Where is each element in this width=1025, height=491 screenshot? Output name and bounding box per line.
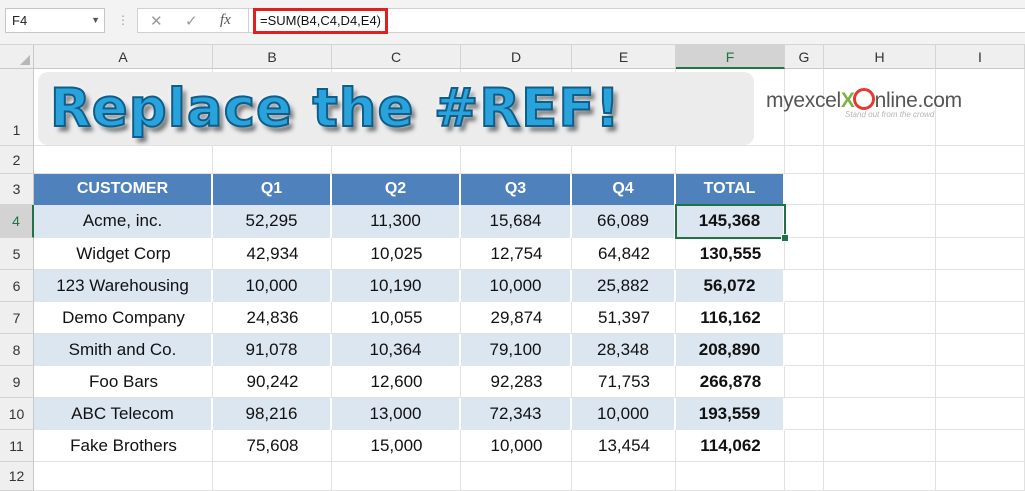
total-cell[interactable]: 208,890 [676, 334, 785, 366]
row-header-11[interactable]: 11 [0, 430, 34, 462]
column-header-e[interactable]: E [572, 45, 676, 69]
row-header-2[interactable]: 2 [0, 146, 34, 174]
total-cell[interactable]: 116,162 [676, 302, 785, 334]
column-header-h[interactable]: H [824, 45, 936, 69]
customer-cell[interactable]: Demo Company [34, 302, 213, 334]
gridline [34, 145, 1025, 146]
quarter-cell[interactable]: 25,882 [572, 270, 676, 302]
quarter-cell[interactable]: 15,000 [332, 430, 461, 462]
quarter-cell[interactable]: 10,000 [213, 270, 332, 302]
row-header-5[interactable]: 5 [0, 238, 34, 270]
select-all-corner[interactable] [0, 45, 34, 69]
customer-cell[interactable]: Widget Corp [34, 238, 213, 270]
column-header-g[interactable]: G [785, 45, 824, 69]
column-header-f[interactable]: F [676, 45, 785, 69]
row-header-9[interactable]: 9 [0, 366, 34, 398]
gridline [823, 69, 824, 491]
logo-text-2: nline.com [874, 89, 962, 112]
quarter-cell[interactable]: 10,190 [332, 270, 461, 302]
column-header-a[interactable]: A [34, 45, 213, 69]
name-box-value: F4 [12, 13, 28, 28]
quarter-cell[interactable]: 64,842 [572, 238, 676, 270]
table-header-cell[interactable]: Q4 [572, 174, 676, 205]
formula-bar: F4 ▼ ⋮ ✕ ✓ fx =SUM(B4,C4,D4,E4) [0, 0, 1025, 45]
customer-cell[interactable]: Foo Bars [34, 366, 213, 398]
total-cell[interactable]: 130,555 [676, 238, 785, 270]
row-header-12[interactable]: 12 [0, 462, 34, 491]
quarter-cell[interactable]: 92,283 [461, 366, 572, 398]
table-header-cell[interactable]: TOTAL [676, 174, 785, 205]
name-box[interactable]: F4 ▼ [5, 8, 105, 33]
quarter-cell[interactable]: 15,684 [461, 205, 572, 238]
total-cell[interactable]: 114,062 [676, 430, 785, 462]
quarter-cell[interactable]: 66,089 [572, 205, 676, 238]
table-header-cell[interactable]: Q3 [461, 174, 572, 205]
quarter-cell[interactable]: 98,216 [213, 398, 332, 430]
quarter-cell[interactable]: 72,343 [461, 398, 572, 430]
column-header-c[interactable]: C [332, 45, 461, 69]
chevron-down-icon[interactable]: ▼ [91, 9, 100, 32]
table-header-cell[interactable]: CUSTOMER [34, 174, 213, 205]
quarter-cell[interactable]: 10,055 [332, 302, 461, 334]
row-header-6[interactable]: 6 [0, 270, 34, 302]
enter-icon[interactable]: ✓ [185, 12, 198, 30]
row-header-8[interactable]: 8 [0, 334, 34, 366]
active-cell-border[interactable] [675, 204, 786, 239]
quarter-cell[interactable]: 10,000 [461, 430, 572, 462]
quarter-cell[interactable]: 13,454 [572, 430, 676, 462]
quarter-cell[interactable]: 10,025 [332, 238, 461, 270]
quarter-cell[interactable]: 10,364 [332, 334, 461, 366]
table-header-cell[interactable]: Q1 [213, 174, 332, 205]
quarter-cell[interactable]: 12,754 [461, 238, 572, 270]
customer-cell[interactable]: Smith and Co. [34, 334, 213, 366]
quarter-cell[interactable]: 52,295 [213, 205, 332, 238]
column-header-d[interactable]: D [461, 45, 572, 69]
quarter-cell[interactable]: 51,397 [572, 302, 676, 334]
total-cell[interactable]: 266,878 [676, 366, 785, 398]
quarter-cell[interactable]: 11,300 [332, 205, 461, 238]
cancel-icon[interactable]: ✕ [150, 12, 163, 30]
customer-cell[interactable]: ABC Telecom [34, 398, 213, 430]
quarter-cell[interactable]: 91,078 [213, 334, 332, 366]
formula-text[interactable]: =SUM(B4,C4,D4,E4) [253, 8, 389, 34]
quarter-cell[interactable]: 12,600 [332, 366, 461, 398]
customer-cell[interactable]: Fake Brothers [34, 430, 213, 462]
quarter-cell[interactable]: 75,608 [213, 430, 332, 462]
quarter-cell[interactable]: 10,000 [572, 398, 676, 430]
quarter-cell[interactable]: 10,000 [461, 270, 572, 302]
logo-text-1: myexcel [766, 89, 841, 112]
fill-handle[interactable] [781, 234, 789, 242]
banner-title: Replace the #REF! [49, 77, 621, 140]
row-header-10[interactable]: 10 [0, 398, 34, 430]
quarter-cell[interactable]: 29,874 [461, 302, 572, 334]
formula-buttons: ✕ ✓ fx [137, 8, 249, 33]
customer-cell[interactable]: Acme, inc. [34, 205, 213, 238]
quarter-cell[interactable]: 28,348 [572, 334, 676, 366]
logo-circle-icon [852, 88, 875, 110]
total-cell[interactable]: 56,072 [676, 270, 785, 302]
quarter-cell[interactable]: 71,753 [572, 366, 676, 398]
customer-cell[interactable]: 123 Warehousing [34, 270, 213, 302]
table-header-cell[interactable]: Q2 [332, 174, 461, 205]
quarter-cell[interactable]: 42,934 [213, 238, 332, 270]
insert-function-icon[interactable]: fx [220, 12, 231, 29]
quarter-cell[interactable]: 79,100 [461, 334, 572, 366]
column-header-i[interactable]: I [936, 45, 1025, 69]
quarter-cell[interactable]: 24,836 [213, 302, 332, 334]
row-header-3[interactable]: 3 [0, 174, 34, 205]
row-header-1[interactable]: 1 [0, 69, 34, 146]
row-header-7[interactable]: 7 [0, 302, 34, 334]
drag-handle-icon[interactable]: ⋮ [117, 13, 130, 27]
total-cell[interactable]: 193,559 [676, 398, 785, 430]
logo-tagline: Stand out from the crowd [845, 110, 935, 119]
row-header-4[interactable]: 4 [0, 205, 34, 238]
column-header-b[interactable]: B [213, 45, 332, 69]
quarter-cell[interactable]: 13,000 [332, 398, 461, 430]
gridline [935, 69, 936, 491]
quarter-cell[interactable]: 90,242 [213, 366, 332, 398]
